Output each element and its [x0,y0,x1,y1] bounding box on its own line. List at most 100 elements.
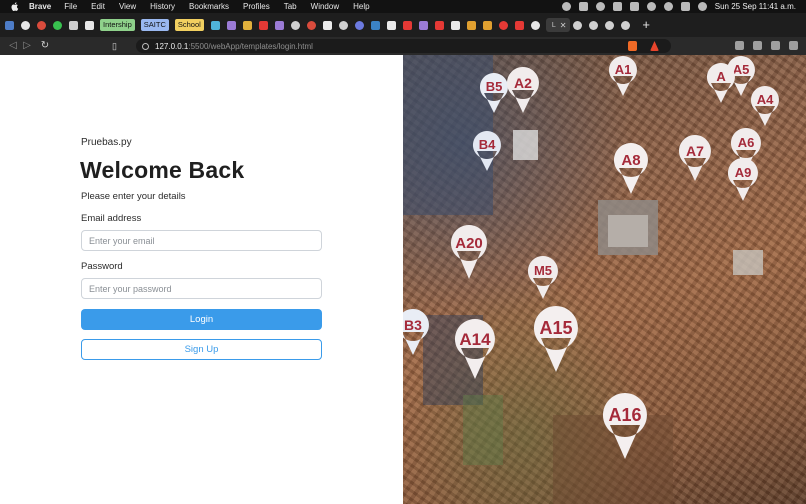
tab[interactable] [306,18,320,32]
reload-icon[interactable]: ↻ [38,37,52,55]
pin-label: A5 [733,62,750,77]
address-bar[interactable]: 127.0.0.1:5500/webApp/templates/login.ht… [136,39,671,53]
menu-file[interactable]: File [64,0,77,13]
github-icon [530,20,540,30]
tab[interactable] [434,18,448,32]
site-icon [418,20,428,30]
menu-history[interactable]: History [150,0,175,13]
map-pin: A2 [506,67,539,113]
vscode-icon [5,20,14,30]
site-icon [37,20,46,30]
tab[interactable] [604,18,618,32]
menu-help[interactable]: Help [353,0,369,13]
tab[interactable] [258,18,272,32]
tab[interactable] [620,18,634,32]
site-icon [386,20,396,30]
siri-icon[interactable] [697,2,707,11]
tab[interactable] [386,18,400,32]
tab[interactable] [52,18,66,32]
tab[interactable] [588,18,602,32]
menu-edit[interactable]: Edit [91,0,105,13]
menu-app-name[interactable]: Brave [29,0,51,13]
site-icon [85,20,94,30]
tab[interactable] [290,18,304,32]
brave-shields-icon[interactable] [628,41,637,51]
tab[interactable] [354,18,368,32]
search-icon[interactable] [663,2,673,11]
sidebar-icon[interactable] [771,41,780,50]
pin-label: A14 [459,330,491,349]
email-field[interactable] [81,230,322,251]
password-label: Password [81,261,123,272]
status-app-icon[interactable] [595,2,605,11]
tab[interactable] [572,18,586,32]
tab-group-intership[interactable]: Intership [100,19,135,31]
site-info-icon[interactable] [142,42,149,50]
brave-rewards-icon[interactable] [650,41,659,51]
site-icon [466,20,476,30]
bookmark-icon[interactable]: ▯ [112,41,124,52]
toolbar-actions [735,41,798,50]
tab[interactable] [418,18,432,32]
tab[interactable] [68,18,82,32]
pin-label: A1 [615,62,632,77]
youtube-icon [514,20,524,30]
tab[interactable] [36,18,50,32]
pin-label: A6 [738,135,755,150]
menu-icon[interactable] [789,41,798,50]
extensions-icon[interactable] [753,41,762,50]
tab[interactable] [338,18,352,32]
tab[interactable] [450,18,464,32]
wifi-icon[interactable] [646,2,656,11]
status-app-icon[interactable] [578,2,588,11]
menu-bookmarks[interactable]: Bookmarks [189,0,229,13]
back-icon[interactable]: ◁ [6,37,20,55]
url-host: 127.0.0.1 [155,41,189,51]
close-tab-icon[interactable]: ✕ [560,21,567,30]
tab[interactable] [498,18,512,32]
site-icon [450,20,460,30]
map-pin: B5 [479,73,508,113]
pin-label: A9 [735,165,752,180]
tab-active[interactable]: L ✕ [545,18,571,32]
tab[interactable] [530,18,544,32]
status-app-icon[interactable] [612,2,622,11]
menu-view[interactable]: View [119,0,136,13]
battery-icon[interactable] [629,2,639,11]
control-center-icon[interactable] [680,2,690,11]
login-button[interactable]: Login [81,309,322,330]
browser-toolbar: ◁ ▷ ↻ ▯ 127.0.0.1:5500/webApp/templates/… [0,37,806,55]
menubar-clock[interactable]: Sun 25 Sep 11:41 a.m. [715,2,796,11]
apple-icon[interactable] [11,2,19,11]
tab[interactable] [20,18,34,32]
tab[interactable] [226,18,240,32]
map-pins-layer: A1 A5 B5 A2 A A4 B4 A8 A7 A6 A9 A20 M5 B… [403,56,779,459]
wallet-icon[interactable] [735,41,744,50]
globe-icon [621,20,631,30]
new-tab-button[interactable]: + [642,18,650,32]
site-icon [370,20,380,30]
status-app-icon[interactable] [561,2,571,11]
tab-group-school[interactable]: School [174,19,204,31]
tab[interactable] [402,18,416,32]
tab[interactable] [322,18,336,32]
tab[interactable] [370,18,384,32]
menu-profiles[interactable]: Profiles [243,0,270,13]
tab[interactable] [466,18,480,32]
tab[interactable] [482,18,496,32]
browser-tab-strip: Intership SAITC School L ✕ + [0,13,806,37]
tab[interactable] [242,18,256,32]
tab[interactable] [4,18,18,32]
map-pin: A4 [750,86,779,126]
password-field[interactable] [81,278,322,299]
menu-tab[interactable]: Tab [284,0,297,13]
tab[interactable] [210,18,224,32]
forward-icon[interactable]: ▷ [20,37,34,55]
pin-label: A2 [514,75,532,91]
tab[interactable] [274,18,288,32]
signup-button[interactable]: Sign Up [81,339,322,360]
tab-group-saitc[interactable]: SAITC [140,19,169,31]
tab[interactable] [84,18,98,32]
menu-window[interactable]: Window [311,0,339,13]
tab[interactable] [514,18,528,32]
